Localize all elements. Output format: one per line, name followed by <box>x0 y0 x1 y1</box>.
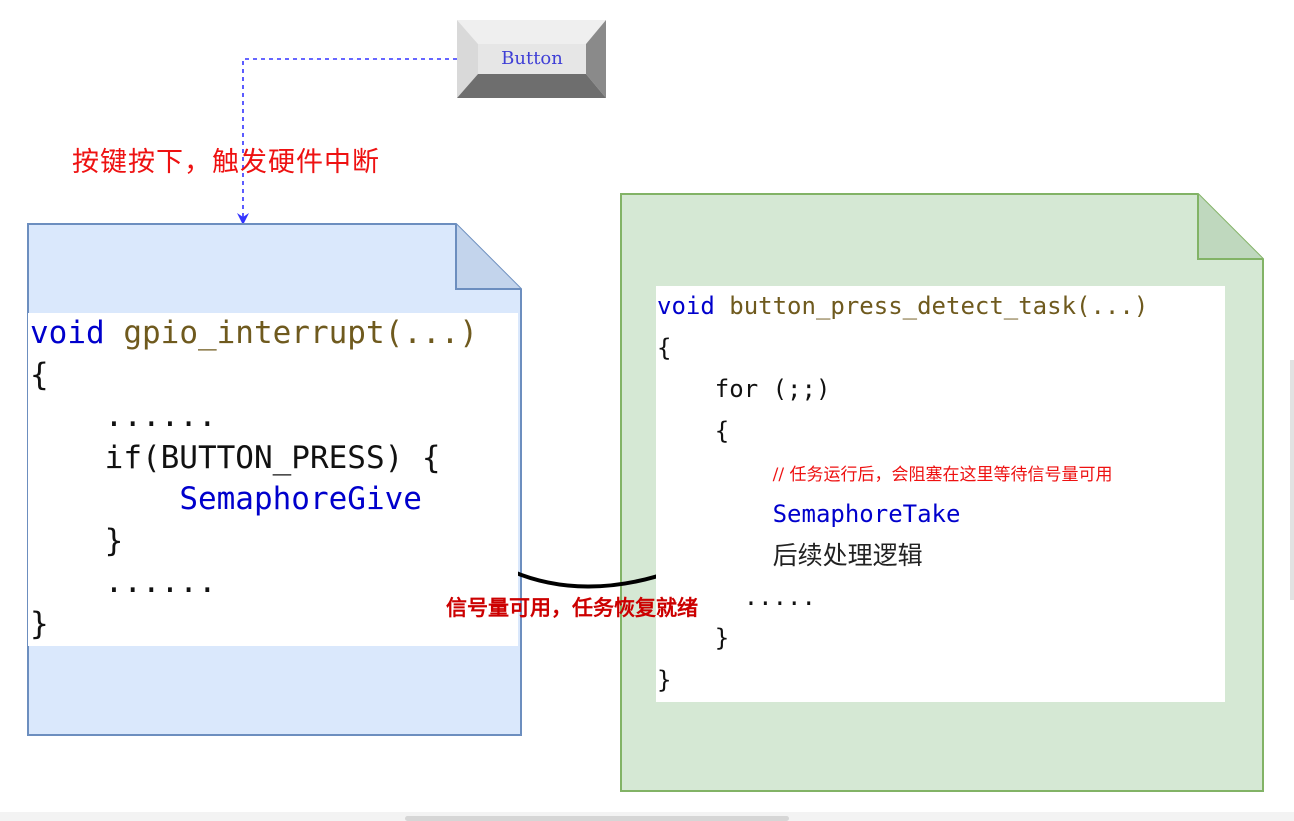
isr-code-block: void gpio_interrupt(...){ ...... if(BUTT… <box>28 313 518 646</box>
horizontal-scrollbar[interactable] <box>405 816 789 821</box>
ready-label: 信号量可用，任务恢复就绪 <box>446 596 698 620</box>
task-open-brace: { <box>657 333 672 362</box>
task-ellipsis: ..... <box>657 582 816 611</box>
isr-function-name: gpio_interrupt(...) <box>123 315 478 351</box>
isr-if-line: if(BUTTON_PRESS) { <box>30 439 441 476</box>
isr-give-line: SemaphoreGive <box>30 479 518 521</box>
isr-signature-line: void gpio_interrupt(...) <box>30 313 518 355</box>
isr-open-brace: { <box>30 356 49 393</box>
isr-close-brace: } <box>30 605 49 642</box>
button-label[interactable]: Button <box>478 44 586 74</box>
task-for-open: { <box>657 416 730 445</box>
isr-close-if: } <box>30 522 124 559</box>
task-for-close: } <box>657 624 730 652</box>
trigger-label: 按键按下，触发硬件中断 <box>72 147 380 178</box>
task-comment-line: // 任务运行后，会阻塞在这里等待信号量可用 <box>657 452 1225 494</box>
semaphore-take-call: SemaphoreTake <box>772 499 961 528</box>
task-followup-text: 后续处理逻辑 <box>772 541 923 570</box>
task-function-name: button_press_detect_task(...) <box>729 292 1149 320</box>
isr-ellipsis-top: ...... <box>30 398 217 434</box>
semaphore-give-call: SemaphoreGive <box>179 481 422 517</box>
task-code-block: void button_press_detect_task(...) { for … <box>656 286 1225 702</box>
task-take-line: SemaphoreTake <box>657 494 1225 536</box>
task-followup-line: 后续处理逻辑 <box>657 535 1225 577</box>
dashed-connector <box>237 58 457 225</box>
task-keyword-void: void <box>657 292 715 320</box>
task-close-brace: } <box>657 665 672 694</box>
task-comment: // 任务运行后，会阻塞在这里等待信号量可用 <box>772 465 1113 485</box>
isr-keyword-void: void <box>30 315 105 351</box>
task-for-line: for (;;) <box>657 375 831 403</box>
isr-ellipsis-bottom: ...... <box>30 564 217 600</box>
task-signature-line: void button_press_detect_task(...) <box>657 286 1225 328</box>
